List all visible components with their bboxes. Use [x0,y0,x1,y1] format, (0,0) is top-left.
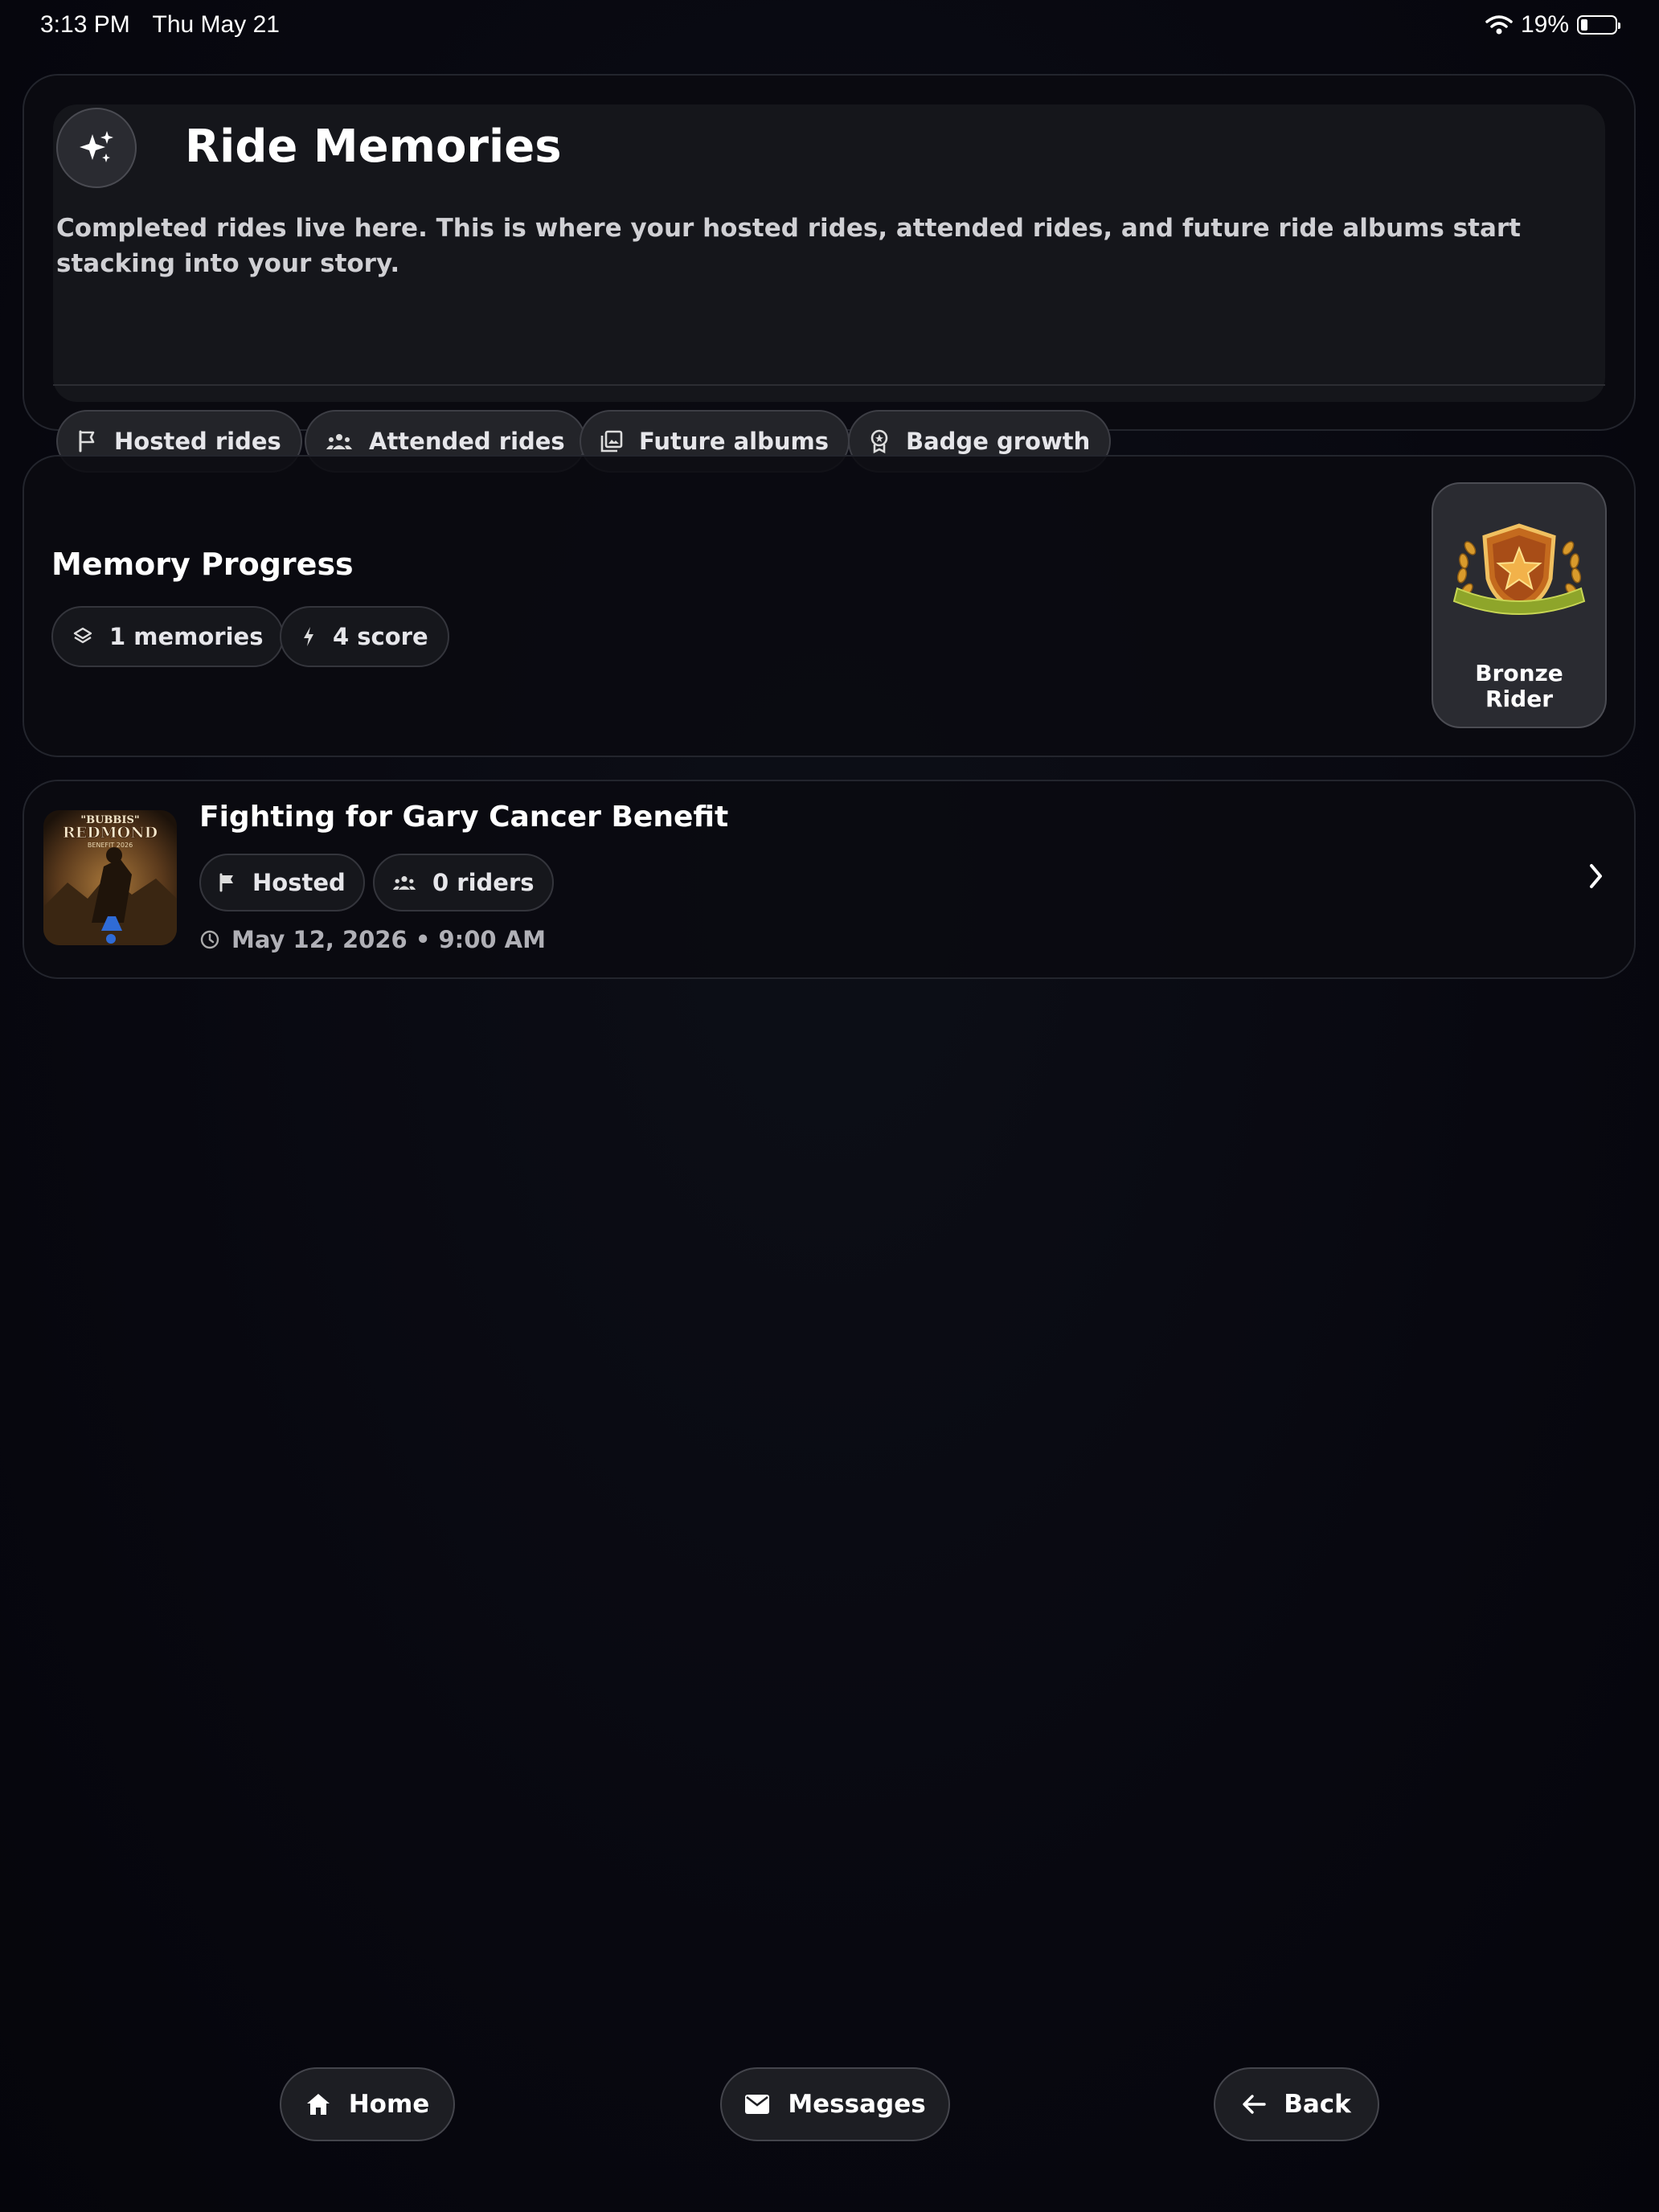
hero-panel: Ride Memories Completed rides live here.… [53,104,1605,473]
back-button[interactable]: Back [1214,2067,1379,2141]
clock-icon [200,930,219,949]
section-title: Memory Progress [51,547,354,582]
divider [53,384,1605,386]
battery-percent: 19% [1520,11,1569,38]
medal-icon [870,429,888,453]
score-value: 4 score [333,623,428,650]
ride-memory-row[interactable]: "BUBBIS" REDMOND BENEFIT 2026 Fighting f… [23,780,1636,979]
group-icon [326,434,352,449]
ride-datetime-text: May 12, 2026 • 9:00 AM [231,926,546,953]
bronze-badge-icon [1452,523,1586,615]
home-label: Home [348,2090,430,2119]
sparkles-icon [56,108,137,188]
status-time: 3:13 PM [40,11,130,38]
svg-text:REDMOND: REDMOND [63,824,158,842]
status-bar: 3:13 PM Thu May 21 19% [0,11,1659,40]
badge-label-line1: Bronze [1475,660,1563,686]
tag-label: Hosted rides [114,428,281,455]
chevron-right-icon[interactable] [1587,862,1605,891]
page-title: Ride Memories [185,121,562,173]
hosted-chip: Hosted [199,854,365,911]
memory-progress-card: Memory Progress 1 memories 4 score Bronz… [23,455,1636,757]
hero-card: Ride Memories Completed rides live here.… [23,74,1636,473]
hero-description: Completed rides live here. This is where… [56,214,1521,278]
memories-count: 1 memories [109,623,264,650]
layers-icon [73,627,92,644]
riders-count: 0 riders [432,869,535,896]
flag-icon [79,430,95,453]
tag-label: Badge growth [906,428,1091,455]
svg-text:BENEFIT 2026: BENEFIT 2026 [88,842,133,849]
home-button[interactable]: Home [280,2067,455,2141]
album-icon [600,430,623,453]
messages-label: Messages [788,2090,926,2119]
wifi-icon [1485,15,1513,35]
status-date: Thu May 21 [152,11,280,38]
mail-icon [745,2095,770,2114]
badge-label-line2: Rider [1485,686,1553,712]
ride-title: Fighting for Gary Cancer Benefit [199,801,729,834]
ride-role: Hosted [252,869,346,896]
riders-chip: 0 riders [373,854,554,911]
home-icon [306,2094,330,2115]
tag-label: Attended rides [369,428,565,455]
messages-button[interactable]: Messages [720,2067,950,2141]
group-icon [392,876,416,890]
bolt-icon [304,627,313,646]
tag-label: Future albums [639,428,829,455]
badge-card[interactable]: Bronze Rider [1432,482,1607,728]
arrow-left-icon [1243,2095,1266,2114]
score-chip: 4 score [280,606,449,667]
memories-count-chip: 1 memories [51,606,285,667]
badge-label: Bronze Rider [1433,661,1605,712]
back-label: Back [1284,2090,1351,2119]
battery-icon [1577,15,1620,35]
flag-icon [219,873,233,892]
ride-thumbnail: "BUBBIS" REDMOND BENEFIT 2026 [43,810,177,945]
ride-datetime: May 12, 2026 • 9:00 AM [199,926,546,953]
